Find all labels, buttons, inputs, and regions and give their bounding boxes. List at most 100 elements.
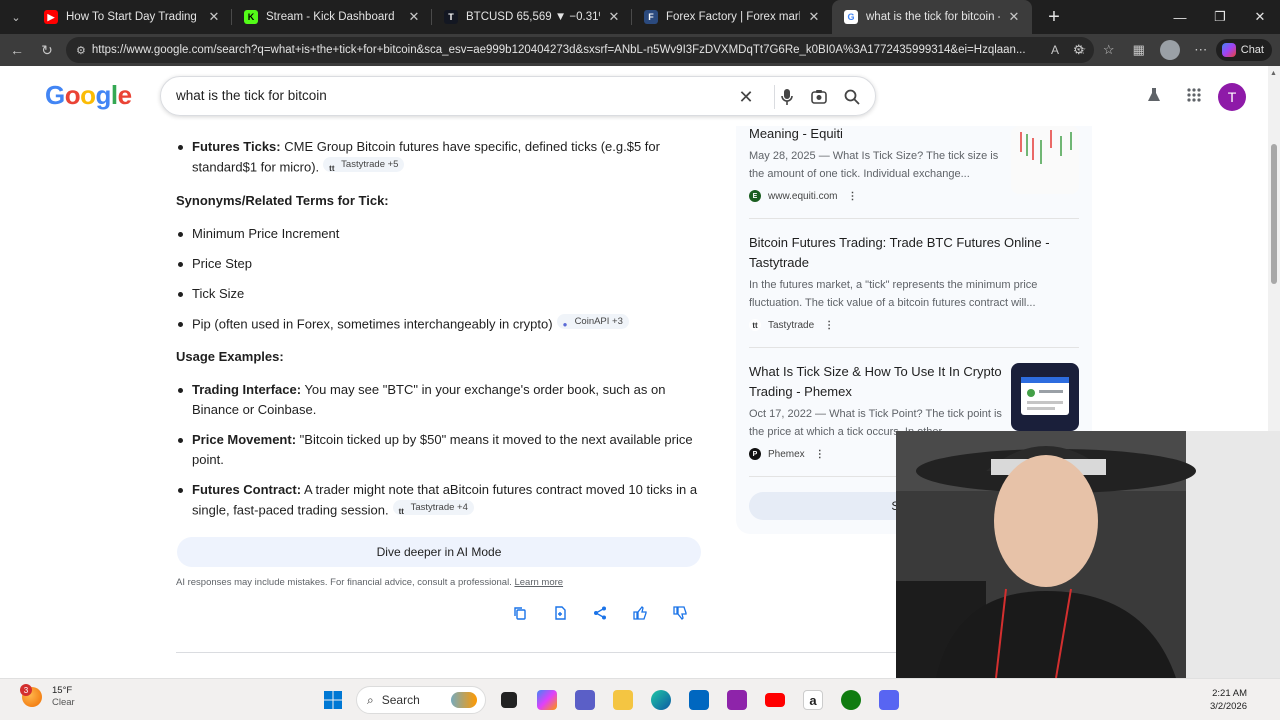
reload-icon[interactable]: ↻ bbox=[32, 35, 62, 65]
lens-search-icon[interactable] bbox=[807, 85, 831, 109]
site-info-icon[interactable]: ⚙ bbox=[76, 44, 86, 57]
google-logo[interactable]: Google bbox=[45, 80, 132, 111]
youtube-icon[interactable] bbox=[756, 686, 794, 714]
list-item: Price Step bbox=[176, 254, 706, 274]
phemex-icon: P bbox=[749, 448, 761, 460]
tab-forexfactory[interactable]: F Forex Factory | Forex markets for th ✕ bbox=[632, 0, 832, 34]
copilot-icon[interactable] bbox=[528, 686, 566, 714]
search-input[interactable]: what is the tick for bitcoin bbox=[176, 88, 327, 103]
term: Price Movement: bbox=[192, 432, 297, 447]
source-title[interactable]: Bitcoin Futures Trading: Trade BTC Futur… bbox=[749, 233, 1079, 273]
source-card[interactable]: Meaning - Equiti May 28, 2025 — What Is … bbox=[749, 126, 1079, 202]
favorites-icon[interactable]: ☆ bbox=[1094, 42, 1124, 58]
more-menu-icon[interactable]: ⋯ bbox=[1186, 42, 1216, 58]
window-controls: — ❐ ✕ bbox=[1160, 0, 1280, 34]
maximize-icon[interactable]: ❐ bbox=[1200, 0, 1240, 34]
thumbs-up-icon[interactable] bbox=[620, 606, 660, 623]
more-options-icon[interactable]: ⋮ bbox=[847, 191, 857, 202]
term: Futures Contract: bbox=[192, 482, 302, 497]
ai-disclaimer: AI responses may include mistakes. For f… bbox=[176, 577, 563, 588]
file-explorer-icon[interactable] bbox=[604, 686, 642, 714]
scroll-up-arrow-icon[interactable]: ▲ bbox=[1270, 70, 1277, 77]
close-window-icon[interactable]: ✕ bbox=[1240, 0, 1280, 34]
copy-icon[interactable] bbox=[500, 606, 540, 623]
collections-icon[interactable]: ▦ bbox=[1124, 42, 1154, 58]
tab-tradingview[interactable]: T BTCUSD 65,569 ▼ −0.31% Unnam ✕ bbox=[432, 0, 632, 34]
edge-icon[interactable] bbox=[642, 686, 680, 714]
more-options-icon[interactable]: ⋮ bbox=[815, 449, 825, 460]
share-icon[interactable] bbox=[580, 606, 620, 623]
source-card[interactable]: Bitcoin Futures Trading: Trade BTC Futur… bbox=[749, 233, 1079, 331]
scrollbar-thumb[interactable] bbox=[1271, 144, 1277, 284]
minimize-icon[interactable]: — bbox=[1160, 0, 1200, 34]
tab-search-icon[interactable]: ⌄ bbox=[0, 0, 32, 34]
list-item: Price Movement: "Bitcoin ticked up by $5… bbox=[176, 430, 706, 470]
learn-more-link[interactable]: Learn more bbox=[514, 577, 563, 588]
windows-taskbar: 3 15°F Clear ⌕ Search a 2:21 AM 3/2/2026 bbox=[0, 678, 1280, 720]
search-icon[interactable] bbox=[840, 85, 864, 109]
taskbar-apps: ⌕ Search a bbox=[314, 686, 908, 714]
section-divider bbox=[176, 652, 896, 653]
taskbar-search[interactable]: ⌕ Search bbox=[356, 686, 486, 714]
search-box[interactable]: what is the tick for bitcoin ✕ bbox=[160, 76, 876, 116]
voice-search-icon[interactable] bbox=[775, 85, 799, 109]
tab-youtube[interactable]: ▶ How To Start Day Trading For Begi ✕ bbox=[32, 0, 232, 34]
extensions-icon[interactable]: ⚙ bbox=[1064, 42, 1094, 58]
tab-google-active[interactable]: G what is the tick for bitcoin - Googl ✕ bbox=[832, 0, 1032, 34]
browser-tab-strip: ⌄ ▶ How To Start Day Trading For Begi ✕ … bbox=[0, 0, 1280, 34]
source-title[interactable]: Meaning - Equiti bbox=[749, 126, 1007, 144]
weather-widget[interactable]: 3 15°F Clear bbox=[20, 684, 75, 709]
chat-label: Chat bbox=[1240, 44, 1264, 56]
system-clock[interactable]: 2:21 AM 3/2/2026 bbox=[1210, 687, 1247, 713]
close-tab-icon[interactable]: ✕ bbox=[1006, 9, 1022, 25]
thumbs-down-icon[interactable] bbox=[660, 606, 700, 623]
section-heading: Usage Examples: bbox=[176, 349, 284, 364]
copilot-chat-button[interactable]: Chat bbox=[1215, 39, 1272, 61]
list-item: Minimum Price Increment bbox=[176, 224, 706, 244]
back-icon[interactable]: ← bbox=[2, 35, 32, 65]
close-tab-icon[interactable]: ✕ bbox=[606, 9, 622, 25]
dive-deeper-button[interactable]: Dive deeper in AI Mode bbox=[177, 537, 701, 567]
citation-chip[interactable]: tt Tastytrade +5 bbox=[323, 157, 405, 173]
more-options-icon[interactable]: ⋮ bbox=[824, 320, 834, 331]
xbox-icon[interactable] bbox=[832, 686, 870, 714]
source-date: May 28, 2025 bbox=[749, 150, 816, 162]
avatar[interactable]: T bbox=[1218, 83, 1246, 111]
divider bbox=[749, 218, 1079, 219]
list-item: Futures Ticks: CME Group Bitcoin futures… bbox=[176, 137, 706, 178]
close-tab-icon[interactable]: ✕ bbox=[206, 9, 222, 25]
tab-title: How To Start Day Trading For Begi bbox=[66, 11, 200, 23]
start-windows-icon[interactable] bbox=[314, 686, 352, 714]
media-app-icon[interactable] bbox=[718, 686, 756, 714]
amazon-icon[interactable]: a bbox=[794, 686, 832, 714]
address-bar[interactable]: ⚙ https://www.google.com/search?q=what+i… bbox=[66, 37, 1094, 63]
feedback-bar bbox=[500, 606, 700, 623]
teams-icon[interactable] bbox=[566, 686, 604, 714]
store-icon[interactable] bbox=[680, 686, 718, 714]
clock-time: 2:21 AM bbox=[1212, 688, 1247, 699]
source-title[interactable]: What Is Tick Size & How To Use It In Cry… bbox=[749, 362, 1007, 402]
google-icon: G bbox=[844, 10, 858, 24]
close-tab-icon[interactable]: ✕ bbox=[806, 9, 822, 25]
source-date: Oct 17, 2022 bbox=[749, 408, 812, 420]
citation-chip[interactable]: tt Tastytrade +4 bbox=[392, 500, 474, 516]
clear-icon[interactable]: ✕ bbox=[734, 85, 758, 109]
url-text[interactable]: https://www.google.com/search?q=what+is+… bbox=[92, 44, 1042, 56]
disclaimer-text: AI responses may include mistakes. For f… bbox=[176, 577, 512, 588]
source-snippet: May 28, 2025 — What Is Tick Size? The ti… bbox=[749, 150, 999, 180]
term: Trading Interface: bbox=[192, 382, 302, 397]
ai-overview: Futures Ticks: CME Group Bitcoin futures… bbox=[176, 126, 706, 521]
webcam-overlay bbox=[896, 431, 1280, 678]
new-tab-button[interactable]: + bbox=[1038, 6, 1070, 29]
labs-flask-icon[interactable] bbox=[1134, 87, 1174, 108]
search-highlight-icon bbox=[451, 692, 477, 708]
search-label: Search bbox=[381, 693, 420, 707]
close-tab-icon[interactable]: ✕ bbox=[406, 9, 422, 25]
apps-grid-icon[interactable] bbox=[1174, 87, 1214, 108]
tab-kick[interactable]: K Stream - Kick Dashboard ✕ bbox=[232, 0, 432, 34]
citation-chip[interactable]: ● CoinAPI +3 bbox=[556, 313, 629, 329]
task-view-icon[interactable] bbox=[490, 686, 528, 714]
discord-icon[interactable] bbox=[870, 686, 908, 714]
export-doc-icon[interactable] bbox=[540, 606, 580, 623]
profile-icon[interactable] bbox=[1159, 40, 1180, 60]
